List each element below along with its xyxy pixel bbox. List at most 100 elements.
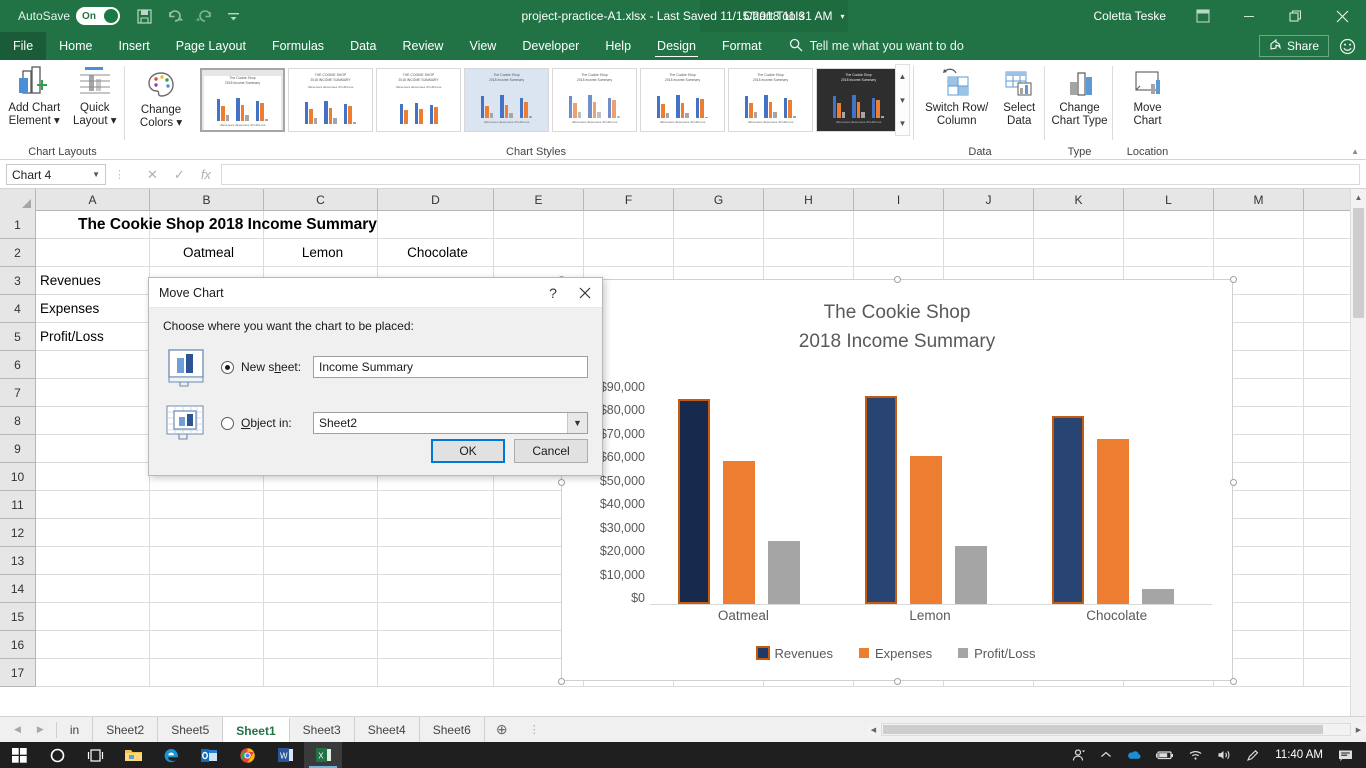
- chrome-icon[interactable]: [228, 742, 266, 768]
- bar-profitloss-chocolate[interactable]: [1142, 589, 1174, 604]
- cell-b15[interactable]: [150, 603, 264, 630]
- cell-j2[interactable]: [944, 239, 1034, 266]
- cancel-icon[interactable]: ✕: [147, 167, 158, 183]
- cell-a6[interactable]: [36, 351, 150, 378]
- close-icon[interactable]: [1318, 0, 1366, 32]
- chart-style-thumbnail[interactable]: The Cookie Shop 2018 Income Summary ▪Reve…: [464, 68, 549, 132]
- row-header-12[interactable]: 12: [0, 519, 36, 547]
- cell-k1[interactable]: [1034, 211, 1124, 238]
- radio-object-in[interactable]: Object in:: [221, 416, 313, 430]
- cell-a14[interactable]: [36, 575, 150, 602]
- resize-handle-top-right[interactable]: [1230, 276, 1237, 283]
- edge-icon[interactable]: [152, 742, 190, 768]
- column-header-b[interactable]: B: [150, 189, 264, 211]
- show-hidden-icons-icon[interactable]: [1093, 742, 1119, 768]
- chart-style-thumbnail[interactable]: THE COOKIE SHOP 2018 INCOME SUMMARY ▪Reve…: [288, 68, 373, 132]
- cell-a3[interactable]: Revenues: [36, 267, 150, 294]
- row-header-10[interactable]: 10: [0, 463, 36, 491]
- customize-qat-icon[interactable]: [226, 8, 243, 25]
- row-header-8[interactable]: 8: [0, 407, 36, 435]
- bar-revenues-lemon[interactable]: [865, 396, 897, 604]
- legend-item-profit-loss[interactable]: Profit/Loss: [958, 646, 1036, 661]
- chart-x-axis[interactable]: Oatmeal Lemon Chocolate: [650, 608, 1210, 630]
- resize-handle-bottom-left[interactable]: [558, 678, 565, 685]
- insert-function-icon[interactable]: fx: [201, 167, 211, 182]
- column-header-l[interactable]: L: [1124, 189, 1214, 211]
- tab-page-layout[interactable]: Page Layout: [163, 32, 259, 60]
- cell-a5[interactable]: Profit/Loss: [36, 323, 150, 350]
- autosave-toggle[interactable]: On: [76, 7, 121, 25]
- cell-a12[interactable]: [36, 519, 150, 546]
- autosave-control[interactable]: AutoSave On: [18, 7, 121, 25]
- cell-b17[interactable]: [150, 659, 264, 686]
- bar-profitloss-oatmeal[interactable]: [768, 541, 800, 604]
- formula-input[interactable]: [220, 164, 1360, 185]
- cell-i2[interactable]: [854, 239, 944, 266]
- volume-icon[interactable]: [1210, 742, 1239, 768]
- add-chart-element-button[interactable]: Add Chart Element ▾: [4, 60, 65, 128]
- horizontal-scrollbar[interactable]: ◀ ▶: [866, 717, 1366, 743]
- row-header-2[interactable]: 2: [0, 239, 36, 267]
- file-explorer-icon[interactable]: [114, 742, 152, 768]
- cell-g1[interactable]: [674, 211, 764, 238]
- cell-d15[interactable]: [378, 603, 494, 630]
- bar-expenses-chocolate[interactable]: [1097, 439, 1129, 604]
- onedrive-icon[interactable]: [1119, 742, 1149, 768]
- chevron-down-icon[interactable]: ▼: [567, 413, 587, 433]
- row-header-16[interactable]: 16: [0, 631, 36, 659]
- bar-expenses-lemon[interactable]: [910, 456, 942, 604]
- column-header-a[interactable]: A: [36, 189, 150, 211]
- cell-l1[interactable]: [1124, 211, 1214, 238]
- wifi-icon[interactable]: [1181, 742, 1210, 768]
- change-colors-button[interactable]: Change Colors ▾: [126, 60, 196, 130]
- object-in-sheet-select[interactable]: Sheet2 ▼: [313, 412, 588, 434]
- row-header-11[interactable]: 11: [0, 491, 36, 519]
- title-dropdown-icon[interactable]: ▾: [841, 12, 845, 21]
- tab-data[interactable]: Data: [337, 32, 389, 60]
- resize-handle-bottom-center[interactable]: [894, 678, 901, 685]
- name-box[interactable]: Chart 4 ▼: [6, 164, 106, 185]
- chart-style-thumbnail[interactable]: The Cookie Shop 2018 Income Summary ▪Reve…: [728, 68, 813, 132]
- cell-c14[interactable]: [264, 575, 378, 602]
- switch-row-column-button[interactable]: Switch Row/ Column: [920, 60, 993, 128]
- vscroll-thumb[interactable]: [1353, 208, 1364, 318]
- column-header-j[interactable]: J: [944, 189, 1034, 211]
- cell-k2[interactable]: [1034, 239, 1124, 266]
- chart-legend[interactable]: Revenues Expenses Profit/Loss: [562, 642, 1232, 664]
- cell-b14[interactable]: [150, 575, 264, 602]
- resize-handle-middle-right[interactable]: [1230, 479, 1237, 486]
- row-header-17[interactable]: 17: [0, 659, 36, 687]
- cell-j1[interactable]: [944, 211, 1034, 238]
- legend-item-expenses[interactable]: Expenses: [859, 646, 932, 661]
- sheet-tab-sheet2[interactable]: Sheet2: [93, 716, 159, 743]
- change-chart-type-button[interactable]: Change Chart Type: [1046, 60, 1113, 128]
- chart-styles-gallery[interactable]: The Cookie Shop 2018 Income Summary ▪Reve…: [200, 64, 910, 136]
- bar-group-chocolate[interactable]: [1052, 416, 1174, 604]
- cell-c11[interactable]: [264, 491, 378, 518]
- save-icon[interactable]: [136, 8, 153, 25]
- bar-profitloss-lemon[interactable]: [955, 546, 987, 604]
- cell-d13[interactable]: [378, 547, 494, 574]
- cell-a4[interactable]: Expenses: [36, 295, 150, 322]
- bar-group-oatmeal[interactable]: [678, 399, 800, 604]
- close-icon[interactable]: [568, 278, 602, 308]
- hscroll-track[interactable]: [881, 723, 1351, 736]
- namebox-resize-handle[interactable]: ⋮: [114, 168, 125, 181]
- chart-style-thumbnail[interactable]: THE COOKIE SHOP 2018 INCOME SUMMARY ▪Reve…: [376, 68, 461, 132]
- cell-b2[interactable]: Oatmeal: [150, 239, 264, 266]
- cell-e1[interactable]: [494, 211, 584, 238]
- bar-expenses-oatmeal[interactable]: [723, 461, 755, 604]
- bar-revenues-chocolate[interactable]: [1052, 416, 1084, 604]
- task-view-icon[interactable]: [76, 742, 114, 768]
- next-sheet-icon[interactable]: ▶: [37, 724, 44, 735]
- chevron-down-icon[interactable]: ▼: [92, 170, 100, 179]
- gallery-scroll-up-icon[interactable]: ▲: [896, 65, 909, 88]
- column-header-m[interactable]: M: [1214, 189, 1304, 211]
- column-header-i[interactable]: I: [854, 189, 944, 211]
- row-header-1[interactable]: 1: [0, 211, 36, 239]
- minimize-icon[interactable]: [1226, 0, 1272, 32]
- column-header-c[interactable]: C: [264, 189, 378, 211]
- bar-group-lemon[interactable]: [865, 396, 987, 604]
- taskbar-clock[interactable]: 11:40 AM: [1267, 749, 1331, 761]
- row-header-3[interactable]: 3: [0, 267, 36, 295]
